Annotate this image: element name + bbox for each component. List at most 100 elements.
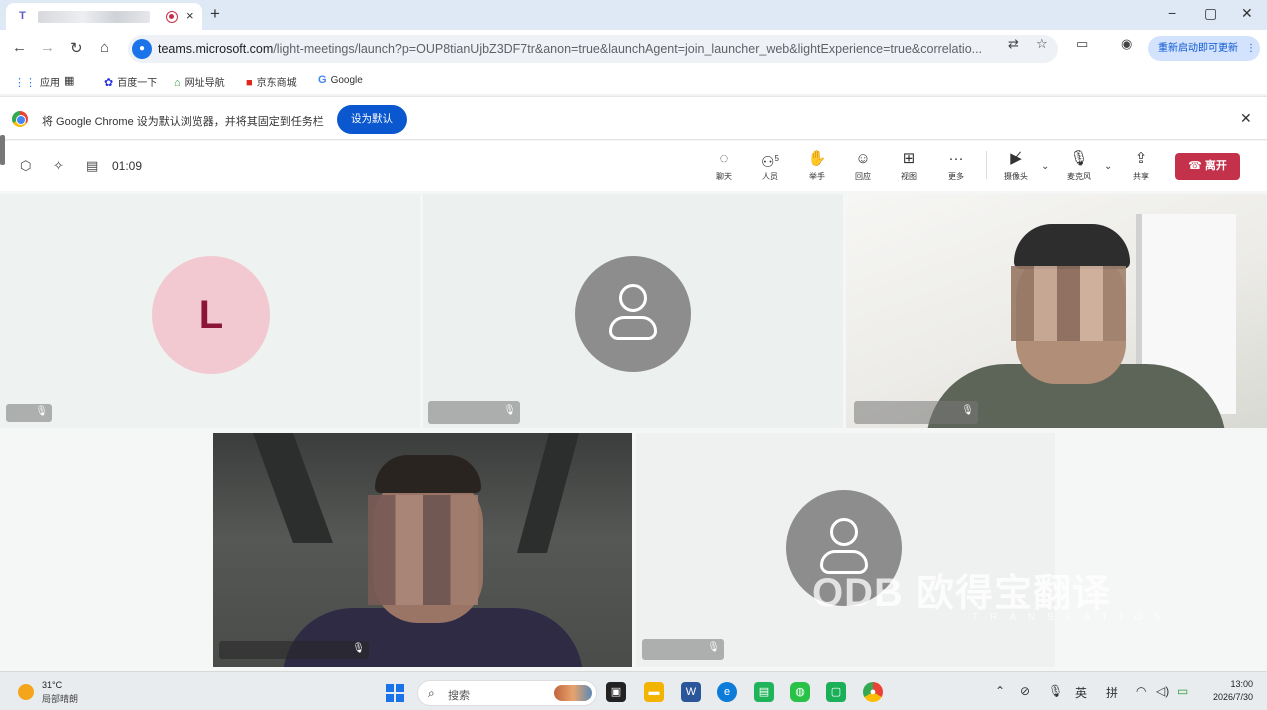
mic-icon: 🎙︎ xyxy=(503,405,516,416)
browser-title-bar: T × + − ▢ ✕ xyxy=(0,0,1267,30)
blurred-face xyxy=(368,495,478,605)
person-icon xyxy=(830,518,858,546)
bookmarks-bar: ⋮⋮ 应用 ▦ ✿ 百度一下 ⌂ 网址导航 ■ 京东商城 G Google xyxy=(0,68,1267,94)
bookmark-apps[interactable]: ⋮⋮ 应用 xyxy=(14,74,60,89)
participant-video-tile[interactable]: 🎙︎ xyxy=(213,433,632,667)
home-icon[interactable]: ⌂ xyxy=(100,39,109,56)
address-bar[interactable]: ● teams.microsoft.com/light-meetings/lau… xyxy=(128,35,1058,63)
shield-icon[interactable]: ⬡ xyxy=(20,158,31,174)
recording-indicator-icon xyxy=(166,11,178,23)
participant-avatar xyxy=(575,256,691,372)
url-host: teams.microsoft.com xyxy=(158,42,274,56)
tray-mic-icon[interactable]: 🎙︎ xyxy=(1048,684,1063,698)
chat-icon: ◌ xyxy=(719,150,729,167)
battery-icon[interactable]: ▭ xyxy=(1177,684,1188,698)
camera-button[interactable]: ▶̸ 摄像头 xyxy=(994,149,1038,182)
chat-button[interactable]: ◌ 聊天 xyxy=(702,149,746,182)
bookmark-grid[interactable]: ▦ xyxy=(64,74,78,87)
participant-tile[interactable]: L 🎙︎ xyxy=(0,194,420,428)
bookmark-google[interactable]: G Google xyxy=(318,74,363,86)
mic-icon: 🎙︎ xyxy=(707,642,720,653)
infobar-close-icon[interactable]: ✕ xyxy=(1240,110,1252,127)
url-path: /light-meetings/launch?p=OUP8tianUjbZ3DF… xyxy=(273,42,983,56)
set-default-button[interactable]: 设为默认 xyxy=(337,105,407,134)
cast-icon[interactable]: ▭ xyxy=(1076,36,1088,52)
participant-name-chip: 🎙︎ xyxy=(428,401,520,424)
close-window-button[interactable]: ✕ xyxy=(1241,5,1253,22)
store-icon[interactable]: ▤ xyxy=(754,682,774,702)
back-arrow-icon[interactable]: ← xyxy=(12,39,27,56)
word-icon[interactable]: W xyxy=(681,682,701,702)
raise-hand-label: 举手 xyxy=(809,172,825,181)
react-button[interactable]: ☺ 回应 xyxy=(841,149,885,182)
windows-start-icon[interactable] xyxy=(386,684,404,702)
reload-icon[interactable]: ↻ xyxy=(70,39,83,57)
url-text[interactable]: teams.microsoft.com/light-meetings/launc… xyxy=(158,42,982,56)
new-tab-button[interactable]: + xyxy=(210,4,220,24)
messaging-icon[interactable]: ▢ xyxy=(826,682,846,702)
file-explorer-icon[interactable]: ▬ xyxy=(644,682,664,702)
tray-vpn-icon[interactable]: ⊘ xyxy=(1020,684,1030,698)
task-view-icon[interactable]: ▣ xyxy=(606,682,626,702)
person-icon xyxy=(619,284,647,312)
view-button[interactable]: ⊞ 视图 xyxy=(887,149,931,182)
tray-overflow-chevron-icon[interactable]: ⌃ xyxy=(995,684,1005,698)
volume-icon[interactable]: ◁) xyxy=(1156,684,1169,698)
tab-close-icon[interactable]: × xyxy=(186,8,194,23)
site-info-icon[interactable]: ● xyxy=(132,39,152,59)
more-button[interactable]: ··· 更多 xyxy=(934,149,978,182)
minimize-button[interactable]: − xyxy=(1168,5,1176,21)
camera-label: 摄像头 xyxy=(1004,172,1028,181)
effects-icon[interactable]: ✧ xyxy=(53,158,64,174)
tray-ime[interactable]: 拼 xyxy=(1106,684,1118,701)
people-button[interactable]: ⚇5 人员 xyxy=(748,149,792,182)
teams-favicon-icon: T xyxy=(19,10,26,22)
participant-tile[interactable]: 🎙︎ xyxy=(423,194,843,428)
mic-icon: 🎙︎ xyxy=(352,643,365,654)
mic-icon: 🎙︎ xyxy=(961,405,974,416)
update-restart-button[interactable]: 重新启动即可更新 ⋮ xyxy=(1148,36,1260,61)
grid-icon: ▦ xyxy=(64,75,75,87)
participant-tile[interactable]: 🎙︎ xyxy=(636,433,1055,667)
forward-arrow-icon[interactable]: → xyxy=(40,39,55,56)
mic-label: 麦克风 xyxy=(1067,172,1091,181)
bookmark-star-icon[interactable]: ☆ xyxy=(1036,36,1048,52)
bookmark-jd[interactable]: ■ 京东商城 xyxy=(246,74,297,89)
mic-options-chevron-icon[interactable]: ⌄ xyxy=(1104,161,1112,172)
scroll-handle[interactable] xyxy=(0,135,5,165)
mic-icon: 🎙︎ xyxy=(35,406,48,417)
more-label: 更多 xyxy=(948,172,964,181)
notes-icon[interactable]: ▤ xyxy=(86,158,98,174)
wifi-icon[interactable]: ◠ xyxy=(1136,684,1146,698)
participant-name-chip: 🎙︎ xyxy=(6,404,52,422)
camera-options-chevron-icon[interactable]: ⌄ xyxy=(1041,161,1049,172)
bookmark-baidu[interactable]: ✿ 百度一下 xyxy=(104,74,157,89)
maximize-button[interactable]: ▢ xyxy=(1204,5,1217,22)
browser-tab-teams[interactable]: T × xyxy=(6,3,202,30)
default-browser-infobar: 将 Google Chrome 设为默认浏览器，并将其固定到任务栏 设为默认 ✕ xyxy=(0,96,1267,140)
share-button[interactable]: ⇪ 共享 xyxy=(1119,149,1163,182)
raise-hand-button[interactable]: ✋ 举手 xyxy=(795,149,839,182)
react-label: 回应 xyxy=(855,172,871,181)
camera-off-icon: ▶̸ xyxy=(1010,150,1022,167)
clock-time: 13:00 xyxy=(1230,679,1253,689)
edge-icon[interactable]: e xyxy=(717,682,737,702)
mic-button[interactable]: 🎙︎ 麦克风 xyxy=(1057,149,1101,182)
translate-icon[interactable]: ⇄ xyxy=(1008,36,1019,52)
bookmark-nav[interactable]: ⌂ 网址导航 xyxy=(174,74,225,89)
wechat-icon[interactable]: ◍ xyxy=(790,682,810,702)
taskbar-clock[interactable]: 13:00 2026/7/30 xyxy=(1205,678,1253,704)
tray-language[interactable]: 英 xyxy=(1075,684,1087,701)
search-highlight-image xyxy=(554,685,592,701)
weather-temp: 31°C xyxy=(42,680,63,690)
watermark-logo: ODB 欧得宝翻译 TRANSLATION xyxy=(812,562,1161,623)
menu-dots-icon[interactable]: ⋮ xyxy=(1246,43,1256,54)
jd-icon: ■ xyxy=(246,77,253,89)
taskbar-search[interactable]: ⌕ 搜索 xyxy=(417,680,597,706)
chrome-taskbar-icon[interactable]: ● xyxy=(863,682,883,702)
weather-sun-icon xyxy=(18,684,34,700)
weather-desc: 局部晴朗 xyxy=(42,694,79,704)
participant-video-tile[interactable]: 🎙︎ xyxy=(846,194,1267,428)
profile-icon[interactable]: ◉ xyxy=(1121,36,1132,52)
leave-button[interactable]: ☎ 离开 xyxy=(1175,153,1240,180)
